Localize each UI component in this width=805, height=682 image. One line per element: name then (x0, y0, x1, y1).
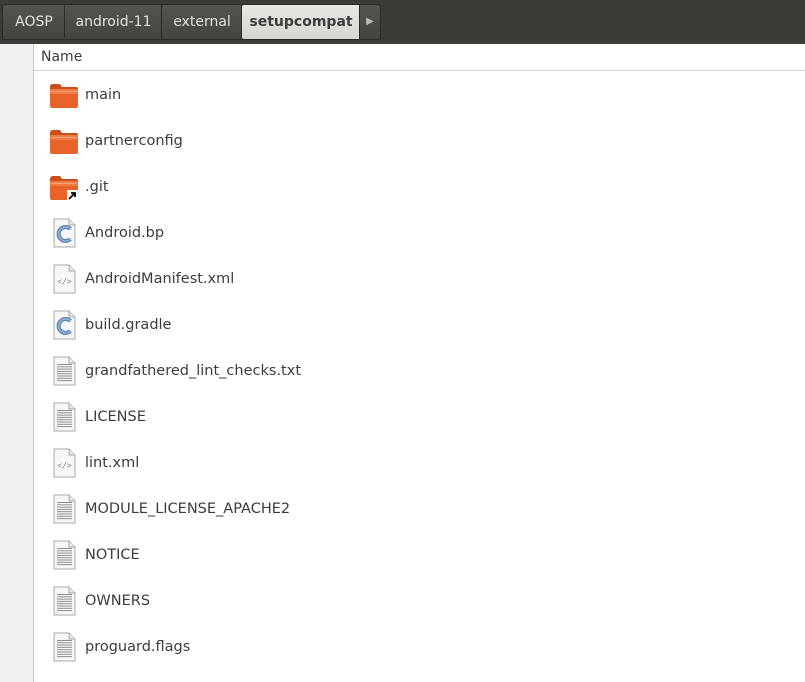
text-file-icon (48, 631, 80, 663)
text-file-icon (48, 585, 80, 617)
breadcrumb-forward-arrow-icon[interactable]: ▶ (359, 4, 381, 40)
file-row[interactable]: </> AndroidManifest.xml (34, 256, 805, 302)
folder-link-icon (48, 171, 80, 203)
file-name-label: OWNERS (85, 593, 151, 609)
file-name-label: proguard.flags (85, 639, 191, 655)
file-name-label: build.gradle (85, 317, 172, 333)
file-row[interactable]: NOTICE (34, 532, 805, 578)
file-name-label: NOTICE (85, 547, 140, 563)
file-name-label: grandfathered_lint_checks.txt (85, 363, 301, 379)
folder-icon (48, 125, 80, 157)
file-name-label: MODULE_LICENSE_APACHE2 (85, 501, 291, 517)
name-column-header[interactable]: Name (34, 44, 805, 71)
file-name-label: AndroidManifest.xml (85, 271, 235, 287)
path-bar: AOSP android-11 external setupcompat ▶ (0, 0, 805, 44)
file-name-label: .git (85, 179, 109, 195)
file-row[interactable]: proguard.flags (34, 624, 805, 670)
file-row[interactable]: Android.bp (34, 210, 805, 256)
file-name-label: lint.xml (85, 455, 140, 471)
file-name-label: Android.bp (85, 225, 165, 241)
source-file-icon (48, 309, 80, 341)
breadcrumb-setupcompat[interactable]: setupcompat (241, 4, 360, 40)
svg-text:</>: </> (57, 461, 72, 470)
file-name-label: LICENSE (85, 409, 146, 425)
text-file-icon (48, 355, 80, 387)
file-row[interactable]: build.gradle (34, 302, 805, 348)
breadcrumb-android-11[interactable]: android-11 (64, 4, 162, 40)
file-row[interactable]: grandfathered_lint_checks.txt (34, 348, 805, 394)
breadcrumb-aosp[interactable]: AOSP (2, 4, 65, 40)
file-row[interactable]: .git (34, 164, 805, 210)
file-row[interactable]: </> lint.xml (34, 440, 805, 486)
svg-text:</>: </> (57, 277, 72, 286)
folder-icon (48, 79, 80, 111)
breadcrumb-external[interactable]: external (161, 4, 242, 40)
text-file-icon (48, 401, 80, 433)
xml-file-icon: </> (48, 263, 80, 295)
file-row[interactable]: main (34, 72, 805, 118)
file-row[interactable]: LICENSE (34, 394, 805, 440)
file-row[interactable]: MODULE_LICENSE_APACHE2 (34, 486, 805, 532)
file-row[interactable]: partnerconfig (34, 118, 805, 164)
file-list: Name main partnerconfig .git Android.bp </> A… (34, 44, 805, 682)
sidebar-edge (0, 44, 34, 682)
text-file-icon (48, 539, 80, 571)
file-row[interactable]: OWNERS (34, 578, 805, 624)
file-name-label: main (85, 87, 122, 103)
file-name-label: partnerconfig (85, 133, 183, 149)
xml-file-icon: </> (48, 447, 80, 479)
text-file-icon (48, 493, 80, 525)
source-file-icon (48, 217, 80, 249)
